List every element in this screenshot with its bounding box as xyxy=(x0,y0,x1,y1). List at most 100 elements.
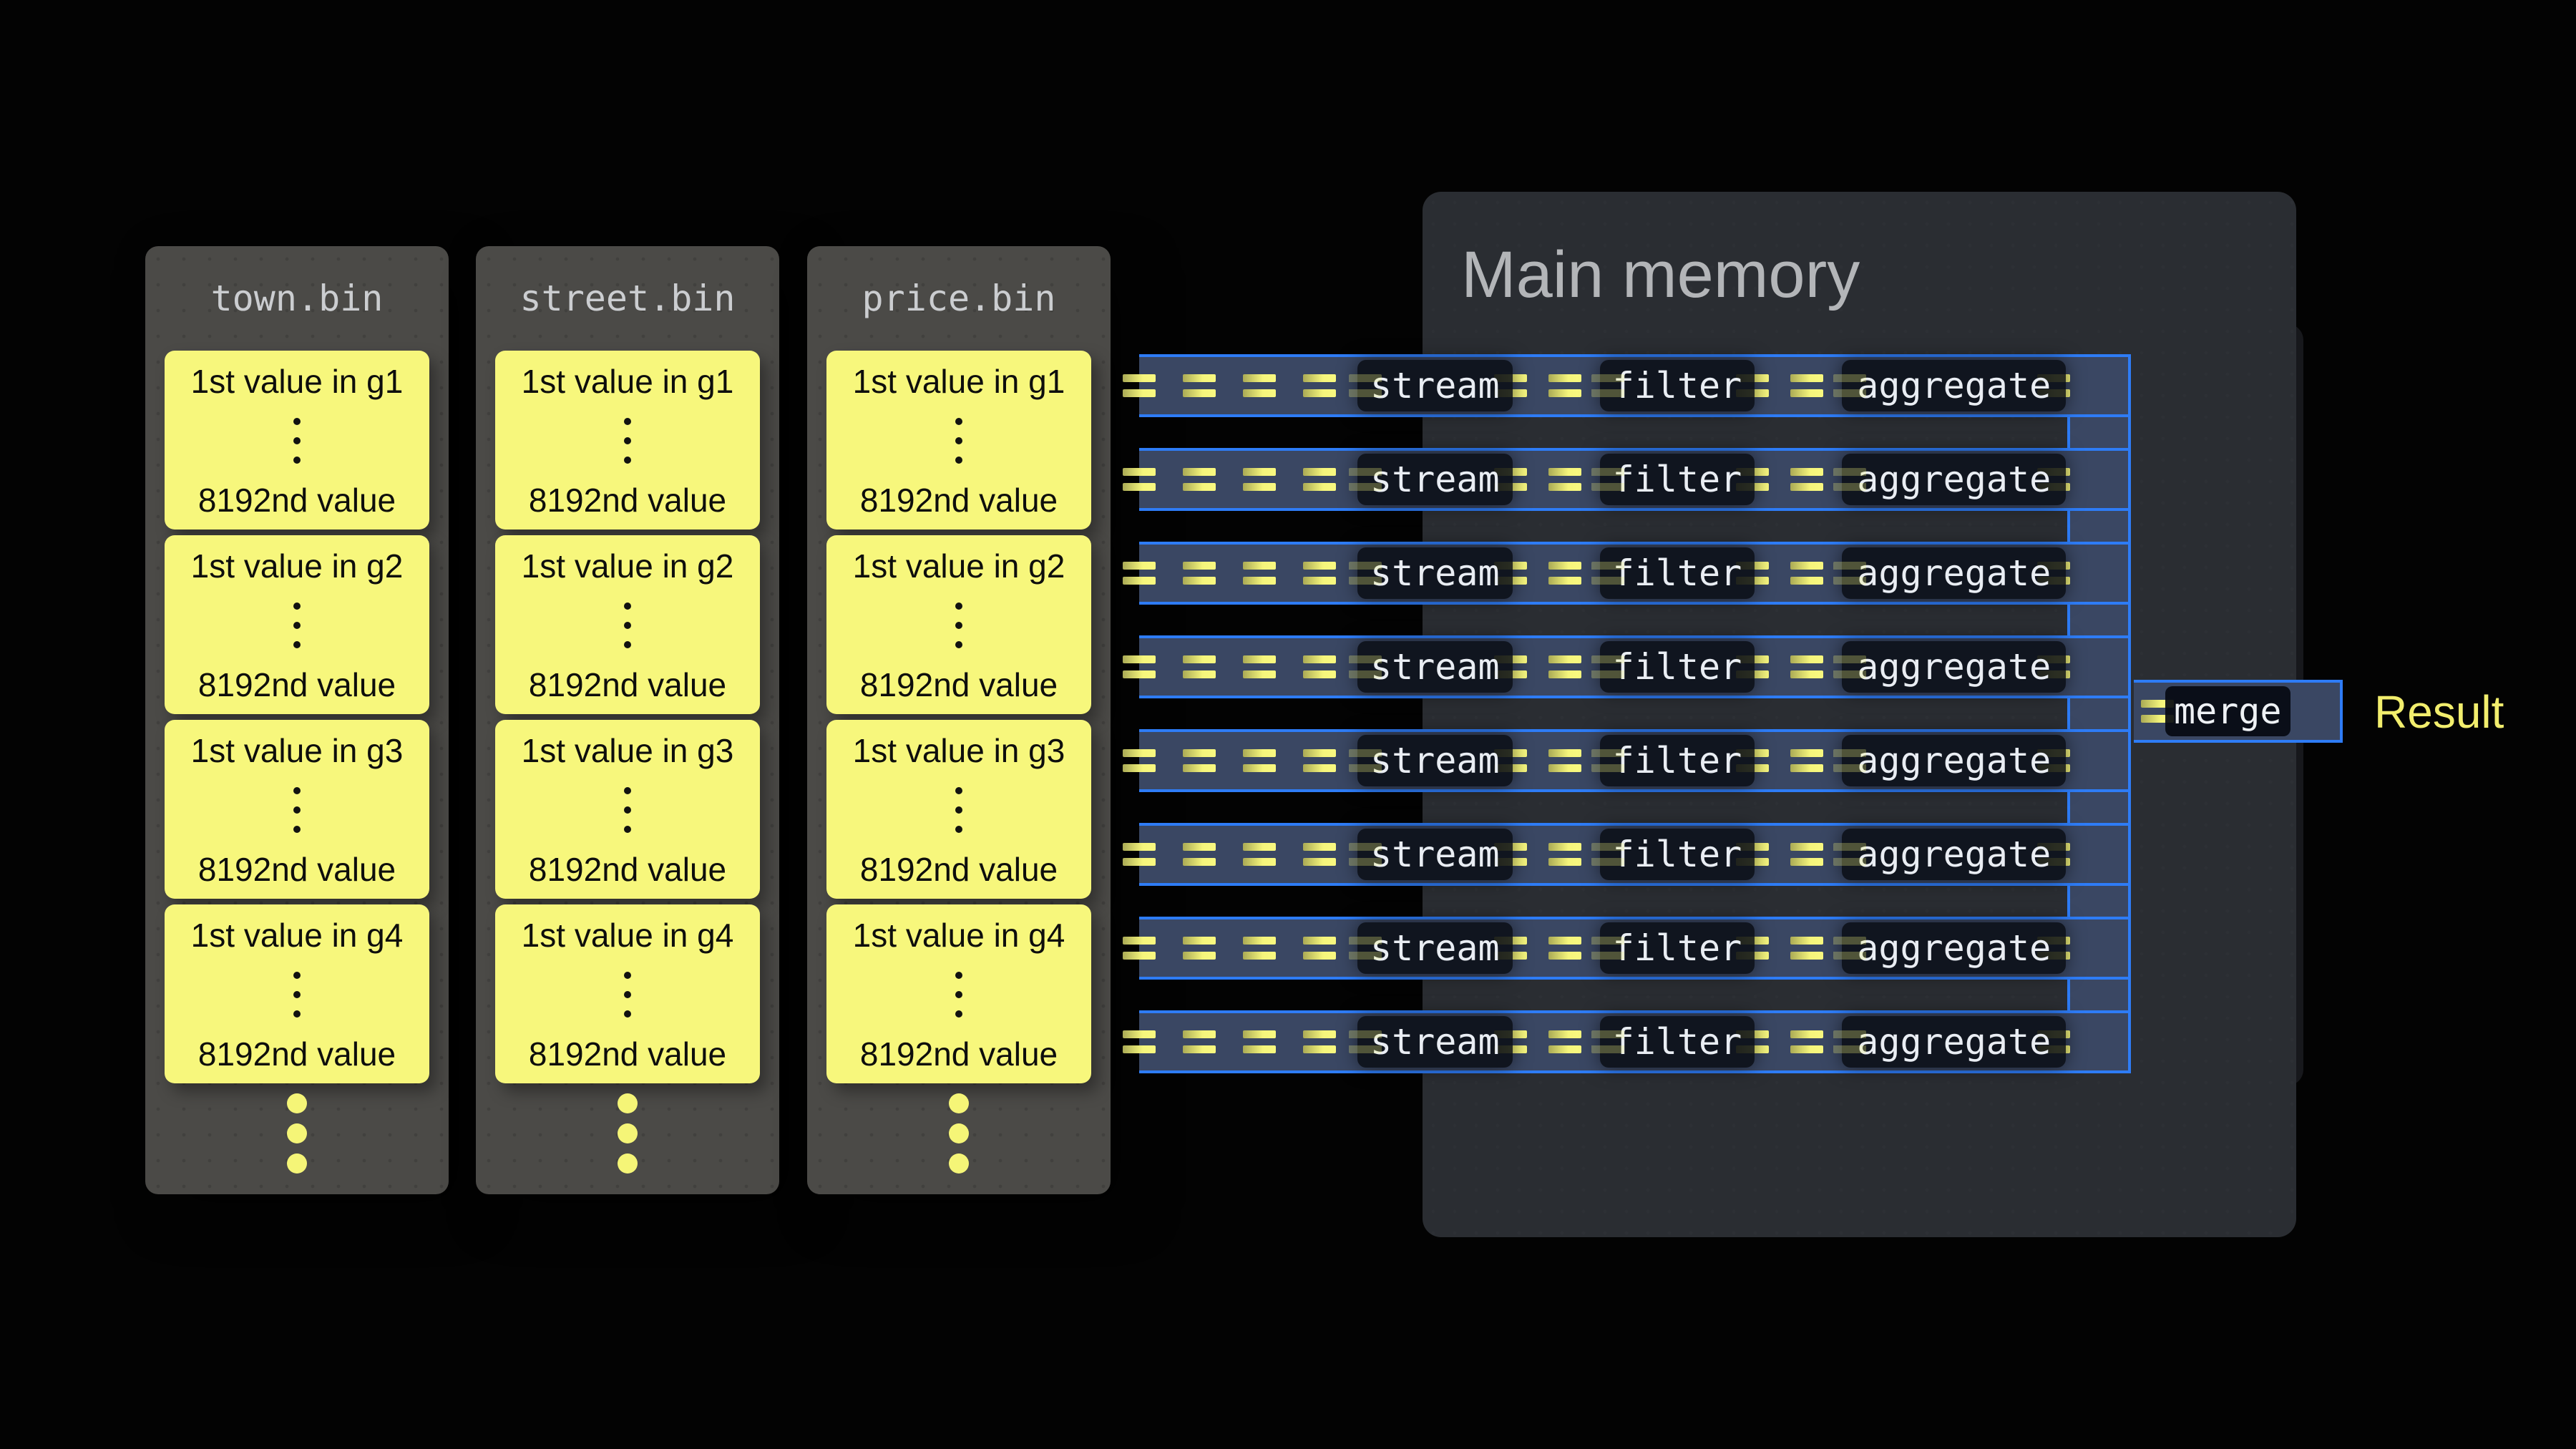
group-first-value: 1st value in g3 xyxy=(522,731,734,770)
group-first-value: 1st value in g3 xyxy=(191,731,404,770)
data-chunk-icon xyxy=(1303,562,1336,585)
data-chunk-icon xyxy=(1303,655,1336,678)
data-chunk-icon xyxy=(1548,655,1581,678)
filter-operator: filter xyxy=(1600,829,1755,880)
filter-operator: filter xyxy=(1600,735,1755,786)
row-group-block: 1st value in g3 8192nd value xyxy=(165,720,429,899)
row-group-block: 1st value in g4 8192nd value xyxy=(826,904,1091,1083)
data-chunk-icon xyxy=(1548,562,1581,585)
vertical-ellipsis-icon xyxy=(624,418,631,464)
file-name: town.bin xyxy=(145,246,449,351)
group-last-value: 8192nd value xyxy=(198,850,396,889)
vertical-ellipsis-icon xyxy=(293,972,301,1018)
data-chunk-icon xyxy=(1548,1030,1581,1053)
pipeline-row-4: stream filter aggregate xyxy=(1139,635,2128,698)
aggregate-operator: aggregate xyxy=(1842,641,2066,693)
pipeline-diagram: town.bin 1st value in g1 8192nd value 1s… xyxy=(0,0,2576,1449)
data-chunk-icon xyxy=(1183,655,1216,678)
group-last-value: 8192nd value xyxy=(860,481,1058,519)
aggregate-operator: aggregate xyxy=(1842,360,2066,411)
vertical-ellipsis-icon xyxy=(624,972,631,1018)
data-chunk-icon xyxy=(1183,749,1216,772)
group-last-value: 8192nd value xyxy=(860,850,1058,889)
data-chunk-icon xyxy=(1123,1030,1156,1053)
vertical-ellipsis-icon xyxy=(955,972,962,1018)
data-chunk-icon xyxy=(1243,937,1276,960)
group-last-value: 8192nd value xyxy=(198,481,396,519)
data-chunk-icon xyxy=(1123,374,1156,397)
row-group-block: 1st value in g1 8192nd value xyxy=(165,351,429,530)
data-chunk-icon xyxy=(1243,655,1276,678)
more-groups-icon xyxy=(476,1093,779,1174)
row-group-list: 1st value in g1 8192nd value 1st value i… xyxy=(476,351,779,1083)
group-last-value: 8192nd value xyxy=(860,665,1058,704)
group-last-value: 8192nd value xyxy=(529,665,726,704)
aggregate-operator: aggregate xyxy=(1842,454,2066,505)
data-chunk-icon xyxy=(1123,843,1156,866)
data-chunk-icon xyxy=(1790,937,1823,960)
group-last-value: 8192nd value xyxy=(198,665,396,704)
data-chunk-icon xyxy=(1243,374,1276,397)
group-last-value: 8192nd value xyxy=(529,1035,726,1073)
stream-operator: stream xyxy=(1357,360,1513,411)
pipeline-row-3: stream filter aggregate xyxy=(1139,542,2128,605)
pipeline-row-1: stream filter aggregate xyxy=(1139,354,2128,417)
group-last-value: 8192nd value xyxy=(529,481,726,519)
data-chunk-icon xyxy=(1243,843,1276,866)
stream-operator: stream xyxy=(1357,547,1513,599)
data-chunk-icon xyxy=(1548,843,1581,866)
stream-operator: stream xyxy=(1357,922,1513,974)
file-card-town: town.bin 1st value in g1 8192nd value 1s… xyxy=(145,246,449,1194)
data-chunk-icon xyxy=(1548,468,1581,491)
data-chunk-icon xyxy=(1183,374,1216,397)
group-first-value: 1st value in g4 xyxy=(853,916,1065,955)
vertical-ellipsis-icon xyxy=(955,602,962,648)
group-first-value: 1st value in g3 xyxy=(853,731,1065,770)
group-last-value: 8192nd value xyxy=(860,1035,1058,1073)
data-chunk-icon xyxy=(1183,1030,1216,1053)
group-first-value: 1st value in g2 xyxy=(522,547,734,585)
group-first-value: 1st value in g1 xyxy=(522,362,734,401)
aggregate-operator: aggregate xyxy=(1842,829,2066,880)
main-memory-title: Main memory xyxy=(1461,239,1860,311)
row-group-block: 1st value in g2 8192nd value xyxy=(165,535,429,714)
file-card-price: price.bin 1st value in g1 8192nd value 1… xyxy=(807,246,1111,1194)
filter-operator: filter xyxy=(1600,641,1755,693)
stream-operator: stream xyxy=(1357,641,1513,693)
data-chunk-icon xyxy=(1303,1030,1336,1053)
data-chunk-icon xyxy=(1183,937,1216,960)
stream-operator: stream xyxy=(1357,829,1513,880)
vertical-ellipsis-icon xyxy=(293,787,301,833)
row-group-block: 1st value in g3 8192nd value xyxy=(826,720,1091,899)
data-chunk-icon xyxy=(1303,937,1336,960)
vertical-ellipsis-icon xyxy=(293,418,301,464)
pipeline-row-5: stream filter aggregate xyxy=(1139,729,2128,792)
file-card-street: street.bin 1st value in g1 8192nd value … xyxy=(476,246,779,1194)
row-group-block: 1st value in g2 8192nd value xyxy=(826,535,1091,714)
data-chunk-icon xyxy=(1790,1030,1823,1053)
group-first-value: 1st value in g2 xyxy=(191,547,404,585)
group-last-value: 8192nd value xyxy=(529,850,726,889)
data-chunk-icon xyxy=(1243,1030,1276,1053)
result-label: Result xyxy=(2374,686,2504,738)
data-chunk-icon xyxy=(1790,843,1823,866)
data-chunk-icon xyxy=(1303,468,1336,491)
row-group-block: 1st value in g2 8192nd value xyxy=(495,535,760,714)
pipeline-row-2: stream filter aggregate xyxy=(1139,448,2128,511)
data-chunk-icon xyxy=(1548,749,1581,772)
vertical-ellipsis-icon xyxy=(624,787,631,833)
aggregate-operator: aggregate xyxy=(1842,735,2066,786)
data-chunk-icon xyxy=(1123,655,1156,678)
aggregate-operator: aggregate xyxy=(1842,1016,2066,1068)
stream-operator: stream xyxy=(1357,1016,1513,1068)
merge-channel: merge xyxy=(2134,680,2343,743)
data-chunk-icon xyxy=(1303,749,1336,772)
group-last-value: 8192nd value xyxy=(198,1035,396,1073)
stream-operator: stream xyxy=(1357,735,1513,786)
group-first-value: 1st value in g2 xyxy=(853,547,1065,585)
row-group-block: 1st value in g4 8192nd value xyxy=(165,904,429,1083)
data-chunk-icon xyxy=(1123,749,1156,772)
vertical-ellipsis-icon xyxy=(293,602,301,648)
file-name: price.bin xyxy=(807,246,1111,351)
data-chunk-icon xyxy=(1183,562,1216,585)
